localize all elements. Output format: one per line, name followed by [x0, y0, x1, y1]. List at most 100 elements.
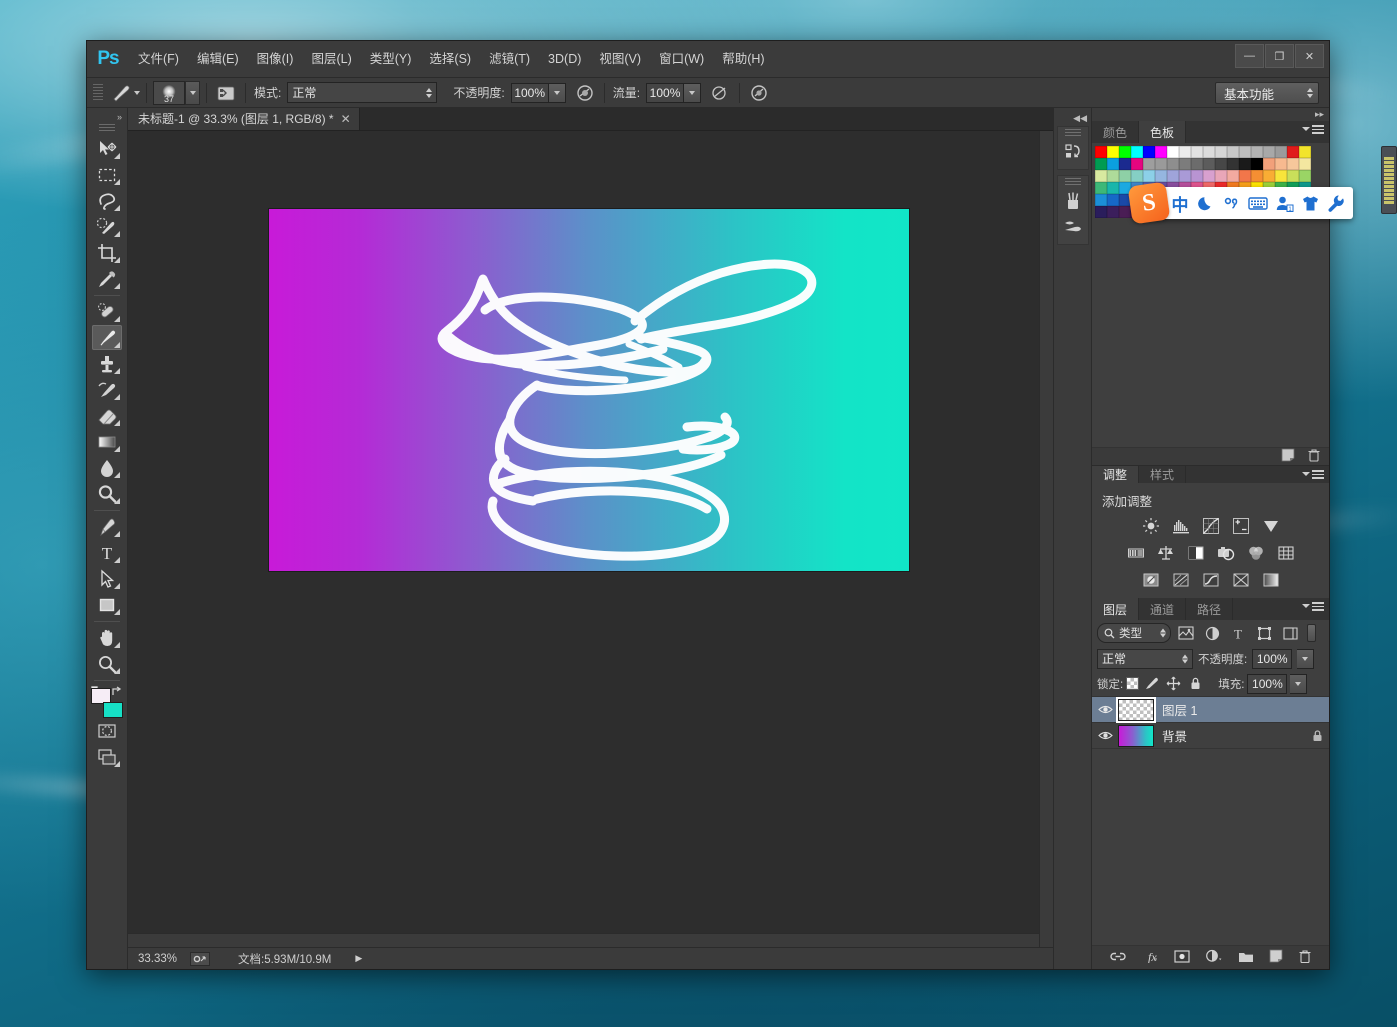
eraser-tool[interactable] [92, 403, 122, 428]
maximize-button[interactable]: ❐ [1265, 44, 1294, 68]
color-swatch[interactable] [1119, 206, 1131, 218]
opacity-value[interactable]: 100% [510, 82, 549, 103]
brush-presets-panel-icon[interactable] [1059, 214, 1087, 240]
brush-preset-picker-button[interactable] [185, 80, 200, 105]
layer-filter-type-select[interactable]: 类型 [1097, 623, 1171, 643]
color-swatch[interactable] [1167, 170, 1179, 182]
rectangle-tool[interactable] [92, 592, 122, 617]
layer-style-icon[interactable]: fx [1141, 949, 1159, 966]
color-lookup-icon[interactable] [1276, 543, 1296, 563]
table-row[interactable]: 图层 1 [1092, 697, 1329, 723]
blend-mode-select[interactable]: 正常 [287, 82, 438, 103]
image-canvas[interactable] [269, 209, 909, 571]
layer-blend-mode-select[interactable]: 正常 [1097, 648, 1193, 669]
filter-type-icon[interactable]: T [1227, 623, 1249, 643]
color-swatch[interactable] [1215, 170, 1227, 182]
menu-image[interactable]: 图像(I) [248, 41, 303, 78]
color-swatch[interactable] [1179, 146, 1191, 158]
invert-icon[interactable] [1141, 570, 1161, 590]
vibrance-icon[interactable] [1261, 516, 1281, 536]
layer-list[interactable]: 图层 1 背景 [1092, 696, 1329, 945]
tool-preset-caret-icon[interactable] [134, 90, 140, 95]
quick-mask-button[interactable] [92, 718, 122, 743]
blur-tool[interactable] [92, 455, 122, 480]
lock-transparent-pixels-icon[interactable] [1126, 677, 1140, 690]
path-selection-tool[interactable] [92, 566, 122, 591]
tab-channels[interactable]: 通道 [1139, 598, 1187, 620]
fill-dropdown[interactable] [1290, 673, 1308, 694]
color-swatch[interactable] [1167, 146, 1179, 158]
brush-tool[interactable] [92, 325, 122, 350]
lock-position-icon[interactable] [1164, 675, 1183, 693]
canvas-horizontal-scrollbar[interactable] [128, 933, 1039, 947]
filter-pixel-icon[interactable] [1175, 623, 1197, 643]
soft-keyboard-icon[interactable] [1245, 188, 1271, 218]
color-swatch[interactable] [1107, 170, 1119, 182]
color-swatch[interactable] [1275, 170, 1287, 182]
exposure-icon[interactable] [1231, 516, 1251, 536]
punctuation-mode-icon[interactable] [1219, 188, 1245, 218]
menu-window[interactable]: 窗口(W) [650, 41, 713, 78]
filter-adjustment-icon[interactable] [1201, 623, 1223, 643]
color-swatch[interactable] [1227, 170, 1239, 182]
table-row[interactable]: 背景 [1092, 723, 1329, 749]
document-tab-close-icon[interactable]: ✕ [341, 112, 351, 126]
toolbar-grip[interactable] [99, 124, 115, 133]
close-button[interactable]: ✕ [1295, 44, 1324, 68]
healing-brush-tool[interactable] [92, 299, 122, 324]
color-swatch[interactable] [1203, 158, 1215, 170]
color-swatch[interactable] [1155, 158, 1167, 170]
toolbox-icon[interactable] [1323, 188, 1349, 218]
eyedropper-tool[interactable] [92, 266, 122, 291]
canvas-viewport[interactable] [128, 131, 1053, 947]
color-swatch[interactable] [1203, 170, 1215, 182]
brush-panel-icon[interactable] [1059, 188, 1087, 214]
document-tab[interactable]: 未标题-1 @ 33.3% (图层 1, RGB/8) * ✕ [128, 107, 360, 130]
levels-icon[interactable] [1171, 516, 1191, 536]
color-swatch[interactable] [1095, 194, 1107, 206]
tab-adjustments[interactable]: 调整 [1092, 466, 1140, 483]
lock-image-pixels-icon[interactable] [1142, 675, 1161, 693]
color-swatch[interactable] [1143, 146, 1155, 158]
rail-grip-1[interactable] [1064, 129, 1081, 136]
color-swatch[interactable] [1155, 170, 1167, 182]
background-color-swatch[interactable] [103, 702, 123, 718]
color-panel-menu-icon[interactable] [1302, 125, 1324, 134]
new-group-icon[interactable] [1238, 950, 1254, 966]
color-swatch[interactable] [1107, 182, 1119, 194]
status-options-icon[interactable] [190, 951, 210, 966]
color-swatch[interactable] [1251, 158, 1263, 170]
color-swatch[interactable] [1107, 146, 1119, 158]
layer-thumbnail[interactable] [1118, 724, 1154, 747]
canvas-vertical-scrollbar[interactable] [1039, 131, 1053, 947]
pressure-size-icon[interactable] [746, 82, 772, 104]
color-swatch[interactable] [1191, 146, 1203, 158]
quick-selection-tool[interactable] [92, 214, 122, 239]
layer-name[interactable]: 背景 [1162, 726, 1305, 745]
posterize-icon[interactable] [1171, 570, 1191, 590]
color-swatch[interactable] [1275, 146, 1287, 158]
toolbar-collapse-button[interactable]: » [87, 110, 127, 124]
color-swatch[interactable] [1119, 158, 1131, 170]
color-swatch[interactable] [1179, 170, 1191, 182]
curves-icon[interactable] [1201, 516, 1221, 536]
color-swatch[interactable] [1203, 146, 1215, 158]
color-swatches[interactable] [91, 688, 123, 718]
menu-filter[interactable]: 滤镜(T) [480, 41, 539, 78]
dock-collapse-button[interactable]: ▸▸ [1092, 108, 1329, 121]
lock-all-icon[interactable] [1186, 675, 1205, 693]
crop-tool[interactable] [92, 240, 122, 265]
night-mode-icon[interactable] [1193, 188, 1219, 218]
layer-visibility-icon[interactable] [1092, 704, 1118, 715]
color-swatch[interactable] [1263, 158, 1275, 170]
selective-color-icon[interactable] [1231, 570, 1251, 590]
layer-visibility-icon[interactable] [1092, 730, 1118, 741]
color-swatch[interactable] [1263, 146, 1275, 158]
tab-styles[interactable]: 样式 [1139, 466, 1187, 483]
brightness-contrast-icon[interactable] [1141, 516, 1161, 536]
color-swatch[interactable] [1299, 170, 1311, 182]
color-swatch[interactable] [1143, 170, 1155, 182]
color-swatch[interactable] [1299, 158, 1311, 170]
color-swatch[interactable] [1263, 170, 1275, 182]
type-tool[interactable]: T [92, 540, 122, 565]
